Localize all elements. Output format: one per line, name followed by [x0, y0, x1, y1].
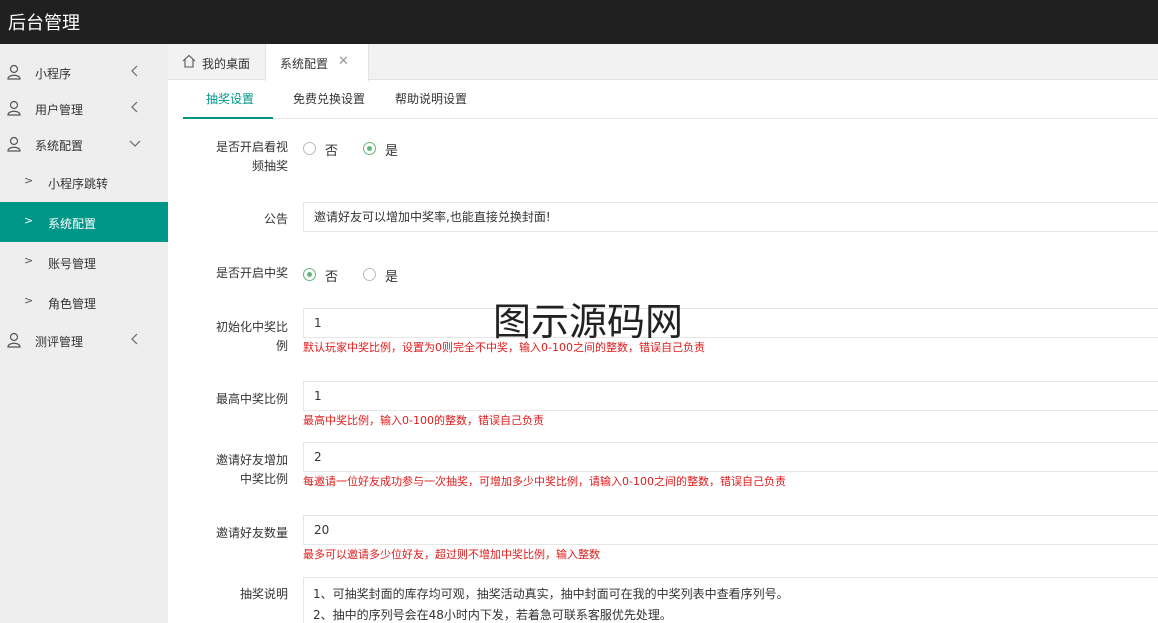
user-icon	[7, 332, 21, 348]
settings-subtabs: 抽奖设置 免费兑换设置 帮助说明设置	[183, 80, 1158, 119]
chevron-left-icon	[131, 101, 138, 113]
label-line: 是否开启看视	[215, 140, 288, 154]
sidebar-item-label: 小程序跳转	[48, 177, 109, 191]
radio-label-yes: 是	[385, 144, 399, 159]
invite-count-hint: 最多可以邀请多少位好友，超过则不增加中奖比例，输入整数	[303, 548, 600, 561]
sidebar-item-label: 账号管理	[48, 257, 97, 271]
tab-my-desktop[interactable]: 我的桌面	[168, 44, 265, 80]
page-tabbar: 我的桌面 系统配置 ✕	[168, 44, 1158, 81]
open-win-radio-yes[interactable]	[363, 268, 376, 281]
sidebar-subitem-accounts[interactable]: > 账号管理	[0, 242, 168, 282]
sidebar: 小程序 用户管理 系统配置 > 小程序跳转 > 系统配置 > 账号管理 > 角色…	[0, 44, 168, 623]
init-ratio-label: 初始化中奖比 例	[200, 318, 288, 356]
label-line: 频抽奖	[251, 159, 288, 173]
sidebar-subitem-miniprogram-jump[interactable]: > 小程序跳转	[0, 162, 168, 202]
init-ratio-input[interactable]: 1	[303, 308, 1158, 338]
subtab-free-exchange-settings[interactable]: 免费兑换设置	[293, 90, 365, 107]
subtab-lottery-settings[interactable]: 抽奖设置	[206, 90, 254, 107]
chevron-right-icon: >	[24, 254, 34, 267]
sidebar-item-label: 系统配置	[48, 217, 97, 231]
user-icon	[7, 136, 21, 152]
close-icon[interactable]: ✕	[338, 54, 349, 69]
max-ratio-input[interactable]: 1	[303, 381, 1158, 411]
video-lottery-label: 是否开启看视 频抽奖	[200, 138, 288, 176]
sidebar-item-label: 小程序	[35, 67, 72, 81]
video-lottery-radio-yes[interactable]	[363, 142, 376, 155]
radio-label-no: 否	[325, 270, 339, 285]
sidebar-item-evaluation[interactable]: 测评管理	[0, 320, 168, 360]
invite-count-label: 邀请好友数量	[215, 526, 288, 540]
video-lottery-radio-no[interactable]	[303, 142, 316, 155]
invite-count-input[interactable]: 20	[303, 515, 1158, 545]
top-header: 后台管理	[0, 0, 1158, 44]
chevron-left-icon	[131, 65, 138, 77]
label-line: 初始化中奖比	[215, 320, 288, 334]
tab-system-config[interactable]: 系统配置 ✕	[265, 44, 369, 81]
watermark-text: 图示源码网	[493, 300, 684, 344]
invite-add-hint: 每邀请一位好友成功参与一次抽奖，可增加多少中奖比例，请输入0-100之间的整数，…	[303, 475, 786, 488]
home-icon	[182, 54, 196, 68]
chevron-left-icon	[131, 333, 138, 345]
max-ratio-hint: 最高中奖比例，输入0-100的整数，错误自己负责	[303, 414, 544, 427]
label-line: 例	[275, 339, 288, 353]
radio-label-no: 否	[325, 144, 339, 159]
user-icon	[7, 64, 21, 80]
sidebar-subitem-system-config[interactable]: > 系统配置	[0, 202, 168, 242]
sidebar-item-miniprogram[interactable]: 小程序	[0, 52, 168, 92]
sidebar-item-system-config[interactable]: 系统配置	[0, 124, 168, 164]
notice-label: 公告	[263, 212, 288, 226]
user-icon	[7, 100, 21, 116]
lottery-desc-label: 抽奖说明	[239, 587, 288, 601]
sidebar-subitem-roles[interactable]: > 角色管理	[0, 282, 168, 322]
chevron-right-icon: >	[24, 214, 34, 227]
label-line: 邀请好友增加	[215, 453, 288, 467]
open-win-radio-no[interactable]	[303, 268, 316, 281]
app-title: 后台管理	[8, 13, 80, 34]
chevron-right-icon: >	[24, 294, 34, 307]
textarea-line: 1、可抽奖封面的库存均可观，抽奖活动真实，抽中封面可在我的中奖列表中查看序列号。	[313, 587, 789, 601]
max-ratio-label: 最高中奖比例	[215, 392, 288, 406]
tab-label: 系统配置	[280, 57, 329, 71]
active-subtab-indicator	[183, 117, 273, 119]
sidebar-item-label: 系统配置	[35, 139, 84, 153]
sidebar-item-label: 用户管理	[35, 103, 84, 117]
invite-add-label: 邀请好友增加 中奖比例	[200, 451, 288, 489]
sidebar-item-users[interactable]: 用户管理	[0, 88, 168, 128]
subtab-help-settings[interactable]: 帮助说明设置	[395, 90, 467, 107]
textarea-line: 2、抽中的序列号会在48小时内下发，若着急可联系客服优先处理。	[313, 608, 672, 622]
sidebar-item-label: 测评管理	[35, 335, 84, 349]
chevron-down-icon	[129, 140, 141, 147]
radio-label-yes: 是	[385, 270, 399, 285]
label-line: 中奖比例	[239, 472, 288, 486]
chevron-right-icon: >	[24, 174, 34, 187]
notice-input[interactable]: 邀请好友可以增加中奖率,也能直接兑换封面!	[303, 202, 1158, 232]
sidebar-item-label: 角色管理	[48, 297, 97, 311]
watermark-logo: 图示源码网	[493, 300, 688, 344]
lottery-desc-textarea[interactable]: 1、可抽奖封面的库存均可观，抽奖活动真实，抽中封面可在我的中奖列表中查看序列号。…	[303, 577, 1158, 623]
tab-label: 我的桌面	[202, 57, 251, 71]
invite-add-input[interactable]: 2	[303, 442, 1158, 472]
open-win-label: 是否开启中奖	[215, 266, 288, 280]
